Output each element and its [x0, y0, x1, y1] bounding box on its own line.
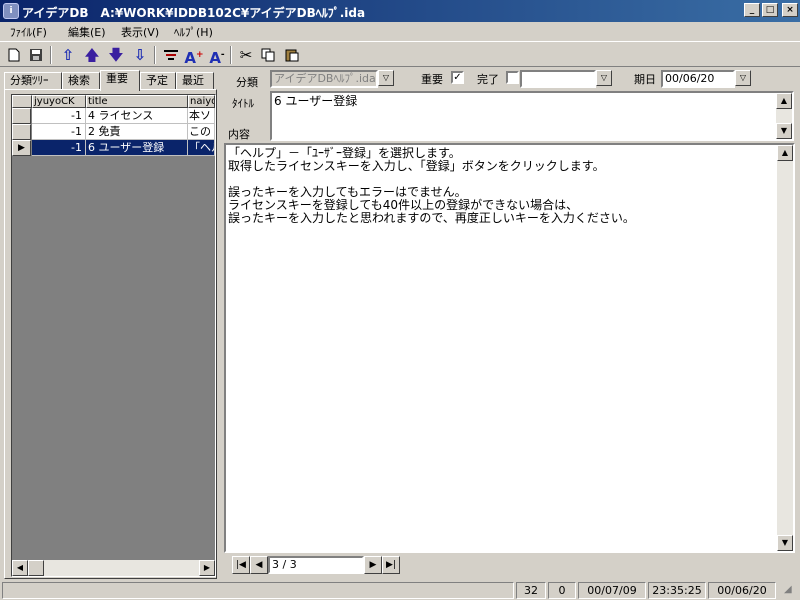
status-bar: 32 0 00/07/09 23:35:25 00/06/20 ◢ [0, 580, 800, 600]
status-count: 32 [516, 582, 546, 599]
status-due-date: 00/06/20 [708, 582, 776, 599]
font-smaller-icon[interactable]: A- [207, 45, 227, 67]
title-label: ﾀｲﾄﾙ [232, 97, 254, 110]
current-row-arrow-icon: ▶ [12, 140, 31, 156]
status-time: 23:35:25 [648, 582, 706, 599]
title-value: 6 ユーザー登録 [274, 94, 358, 108]
record-grid[interactable]: jyuyoCK title naiyo -1 4 ライセンス 本ソ -1 2 免… [11, 94, 216, 577]
first-record-icon[interactable]: |◀ [232, 556, 250, 574]
last-record-icon[interactable]: ▶| [382, 556, 400, 574]
scroll-up-icon[interactable]: ▲ [776, 93, 792, 109]
cell-jyuyock: -1 [32, 108, 86, 124]
tab-bunrui-tree[interactable]: 分類ﾂﾘｰ [4, 72, 62, 90]
toolbar-separator [50, 46, 52, 64]
minimize-button[interactable]: _ [744, 3, 760, 17]
next-record-icon[interactable]: ▶ [364, 556, 382, 574]
menu-view[interactable]: 表示(V) [121, 24, 159, 40]
tab-recent[interactable]: 最近 [176, 72, 214, 90]
scroll-down-icon[interactable]: ▼ [776, 123, 792, 139]
cell-naiyo: この [188, 124, 215, 140]
title-textarea[interactable]: 6 ユーザー登録 ▲ ▼ [270, 91, 794, 141]
kanryo-dropdown-icon[interactable]: ▽ [596, 70, 612, 86]
kanryo-label: 完了 [477, 73, 499, 86]
resize-grip-icon[interactable]: ◢ [784, 584, 798, 598]
window-controls: _ □ × [744, 3, 798, 17]
maximize-button[interactable]: □ [762, 3, 778, 17]
title-scrollbar[interactable]: ▲ ▼ [776, 93, 792, 139]
cell-title: 4 ライセンス [86, 108, 188, 124]
paste-icon[interactable] [282, 45, 302, 65]
close-button[interactable]: × [782, 3, 798, 17]
copy-icon[interactable] [258, 45, 278, 65]
app-icon[interactable]: i [3, 3, 19, 19]
record-position[interactable]: 3 / 3 [268, 556, 364, 574]
save-icon[interactable] [26, 45, 46, 65]
toolbar: ⇧ 🡅 🡇 ⇩ A+ A- ✂ [0, 41, 800, 67]
menu-bar: ﾌｧｲﾙ(F) 編集(E) 表示(V) ﾍﾙﾌﾟ(H) [0, 22, 800, 40]
font-larger-icon[interactable]: A+ [184, 45, 204, 67]
status-count: 0 [548, 582, 576, 599]
scroll-right-icon[interactable]: ▶ [199, 560, 215, 576]
juyo-checkbox[interactable]: ✓ [451, 71, 464, 84]
status-message [2, 582, 514, 599]
move-down-icon[interactable]: ⇩ [130, 45, 150, 65]
menu-help[interactable]: ﾍﾙﾌﾟ(H) [174, 24, 213, 40]
down-arrow-icon[interactable]: 🡇 [106, 45, 126, 65]
grid-horizontal-scrollbar[interactable]: ◀ ▶ [12, 560, 215, 576]
cell-title: 2 免責 [86, 124, 188, 140]
kanryo-checkbox[interactable] [506, 71, 519, 84]
tab-juyo[interactable]: 重要 [100, 70, 140, 91]
cut-icon[interactable]: ✂ [236, 45, 256, 65]
up-arrow-icon[interactable]: 🡅 [82, 45, 102, 65]
toolbar-separator [230, 46, 232, 64]
tab-search[interactable]: 検索 [62, 72, 100, 90]
column-header[interactable]: title [86, 95, 188, 108]
toolbar-separator [154, 46, 156, 64]
kijitsu-label: 期日 [634, 73, 656, 86]
window-title: アイデアDB A:¥WORK¥IDDB102C¥アイデアDBﾍﾙﾌﾟ.ida [22, 6, 366, 20]
prev-record-icon[interactable]: ◀ [250, 556, 268, 574]
column-header[interactable]: naiyo [188, 95, 215, 108]
kijitsu-dropdown-icon[interactable]: ▽ [735, 70, 751, 86]
scroll-down-icon[interactable]: ▼ [777, 535, 793, 551]
naiyo-label: 内容 [228, 128, 250, 141]
content-line: 誤ったキーを入力したと思われますので、再度正しいキーを入力ください。 [228, 211, 635, 225]
kijitsu-field[interactable]: 00/06/20 [661, 70, 735, 88]
cell-naiyo: 「ヘル [188, 140, 215, 156]
bunrui-label: 分類 [236, 76, 258, 89]
scroll-up-icon[interactable]: ▲ [777, 145, 793, 161]
left-panel: jyuyoCK title naiyo -1 4 ライセンス 本ソ -1 2 免… [4, 89, 217, 579]
status-date: 00/07/09 [578, 582, 646, 599]
content-textarea[interactable]: 「ヘルプ」－「ﾕｰｻﾞｰ登録」を選択します。 取得したライセンスキーを入力し、「… [224, 143, 795, 553]
grid-header: jyuyoCK title naiyo [12, 95, 215, 108]
juyo-label: 重要 [421, 73, 443, 86]
title-bar: i アイデアDB A:¥WORK¥IDDB102C¥アイデアDBﾍﾙﾌﾟ.ida… [0, 0, 800, 22]
scroll-left-icon[interactable]: ◀ [12, 560, 28, 576]
kanryo-field[interactable] [520, 70, 596, 88]
cell-naiyo: 本ソ [188, 108, 215, 124]
scroll-thumb[interactable] [28, 560, 44, 576]
row-indicator [12, 108, 31, 124]
filter-icon[interactable] [161, 45, 181, 65]
cell-jyuyock: -1 [32, 124, 86, 140]
cell-title: 6 ユーザー登録 [86, 140, 188, 156]
grid-corner [12, 95, 32, 108]
bunrui-field[interactable]: アイデアDBﾍﾙﾌﾟ.ida [270, 70, 378, 88]
row-indicator [12, 124, 31, 140]
column-header[interactable]: jyuyoCK [32, 95, 86, 108]
menu-file[interactable]: ﾌｧｲﾙ(F) [10, 24, 47, 40]
move-up-icon[interactable]: ⇧ [58, 45, 78, 65]
menu-edit[interactable]: 編集(E) [68, 24, 106, 40]
cell-jyuyock: -1 [32, 140, 86, 156]
content-scrollbar[interactable]: ▲ ▼ [777, 145, 793, 551]
bunrui-dropdown-icon[interactable]: ▽ [378, 70, 394, 86]
tab-yotei[interactable]: 予定 [140, 72, 176, 90]
new-file-icon[interactable] [4, 45, 24, 65]
content-line: 取得したライセンスキーを入力し、「登録」ボタンをクリックします。 [228, 159, 605, 173]
